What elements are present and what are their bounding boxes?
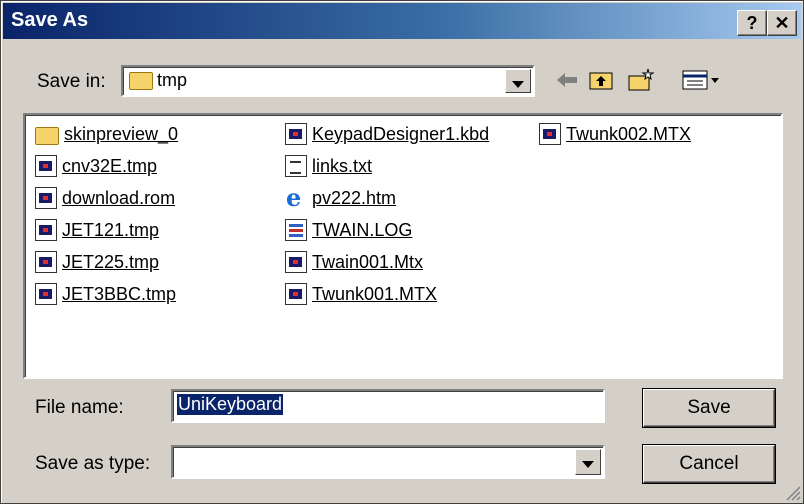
- file-icon: [35, 219, 57, 241]
- file-icon: [35, 283, 57, 305]
- list-item[interactable]: download.rom: [35, 185, 175, 211]
- save-as-type-dropdown-arrow[interactable]: [575, 449, 601, 475]
- ie-document-icon: [285, 183, 307, 212]
- help-button[interactable]: ?: [737, 10, 767, 36]
- file-icon: [285, 251, 307, 273]
- list-item[interactable]: JET121.tmp: [35, 217, 159, 243]
- list-item[interactable]: Twunk001.MTX: [285, 281, 437, 307]
- up-one-level-icon[interactable]: [587, 67, 615, 93]
- cancel-button[interactable]: Cancel: [643, 445, 775, 483]
- file-icon: [35, 187, 57, 209]
- file-list[interactable]: skinpreview_0 cnv32E.tmp download.rom JE…: [23, 113, 783, 379]
- save-in-value: tmp: [157, 70, 188, 90]
- list-item[interactable]: JET3BBC.tmp: [35, 281, 176, 307]
- save-as-dialog: Save As ? ✕ Save in: tmp skinpreview_0 c…: [0, 0, 804, 504]
- save-in-dropdown[interactable]: tmp: [121, 65, 535, 97]
- file-icon: [35, 251, 57, 273]
- folder-icon: [129, 72, 153, 90]
- list-item[interactable]: TWAIN.LOG: [285, 217, 412, 243]
- log-file-icon: [285, 219, 307, 241]
- save-in-label: Save in:: [37, 71, 106, 92]
- list-item[interactable]: links.txt: [285, 153, 372, 179]
- create-new-folder-icon[interactable]: [627, 67, 655, 93]
- save-as-type-label: Save as type:: [35, 453, 151, 474]
- resize-grip-icon[interactable]: [783, 483, 801, 501]
- list-item[interactable]: Twunk002.MTX: [539, 121, 691, 147]
- file-icon: [35, 155, 57, 177]
- dialog-title: Save As: [11, 9, 89, 31]
- folder-icon: [35, 127, 59, 145]
- file-icon: [285, 283, 307, 305]
- save-button[interactable]: Save: [643, 389, 775, 427]
- text-file-icon: [285, 155, 307, 177]
- title-bar[interactable]: Save As ? ✕: [3, 3, 801, 39]
- list-item[interactable]: cnv32E.tmp: [35, 153, 157, 179]
- file-icon: [285, 123, 307, 145]
- file-name-label: File name:: [35, 397, 124, 418]
- list-item[interactable]: skinpreview_0: [35, 121, 178, 147]
- save-as-type-dropdown[interactable]: [171, 445, 605, 479]
- file-name-input[interactable]: UniKeyboard: [171, 389, 605, 423]
- file-name-value: UniKeyboard: [177, 394, 284, 415]
- back-icon[interactable]: [553, 67, 581, 93]
- list-item[interactable]: pv222.htm: [285, 183, 396, 212]
- file-icon: [539, 123, 561, 145]
- close-button[interactable]: ✕: [767, 10, 797, 36]
- list-item[interactable]: KeypadDesigner1.kbd: [285, 121, 489, 147]
- list-item[interactable]: JET225.tmp: [35, 249, 159, 275]
- view-menu-icon[interactable]: [681, 67, 721, 93]
- list-item[interactable]: Twain001.Mtx: [285, 249, 423, 275]
- save-in-dropdown-arrow[interactable]: [505, 69, 531, 93]
